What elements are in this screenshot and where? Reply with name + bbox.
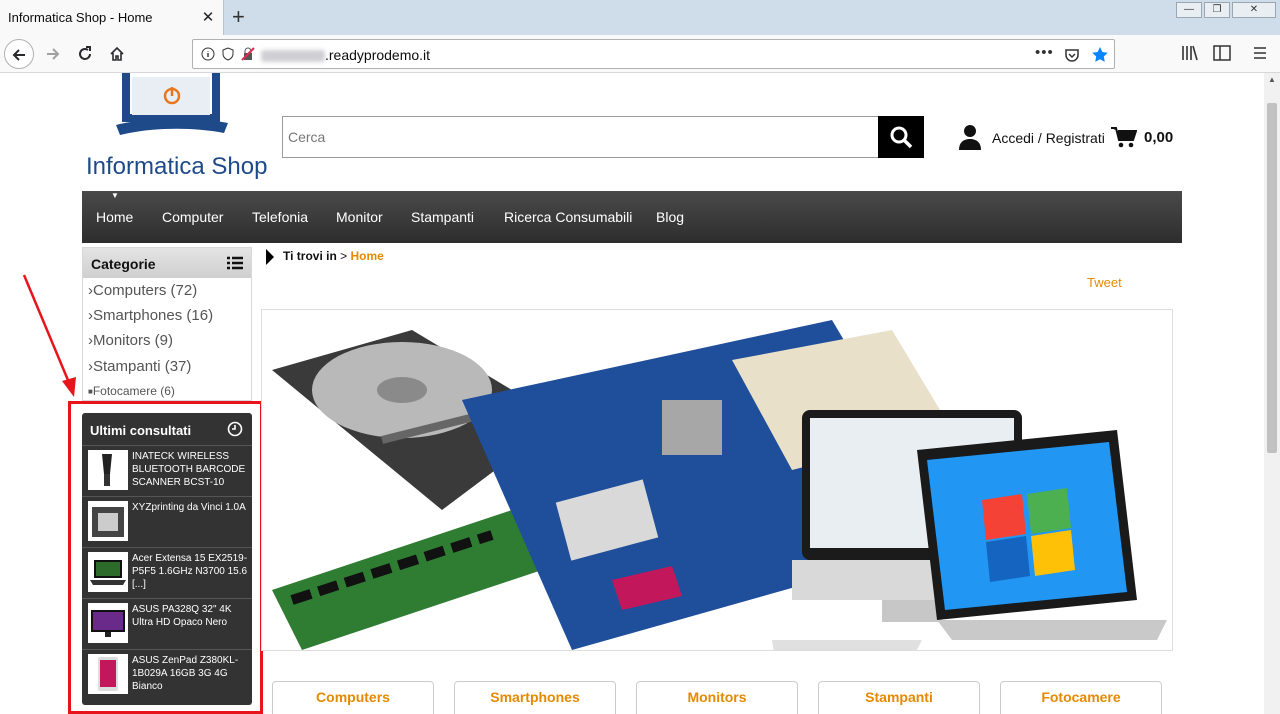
cart-icon[interactable]: [1111, 126, 1137, 148]
info-icon[interactable]: [201, 47, 215, 61]
category-button-label: Monitors: [687, 689, 747, 705]
list-icon[interactable]: [227, 256, 243, 270]
page-actions-icon[interactable]: •••: [1035, 44, 1054, 61]
url-bar[interactable]: .readyprodemo.it •••: [192, 39, 1115, 69]
url-text: .readyprodemo.it: [325, 47, 431, 63]
tab-bar: Informatica Shop - Home ✕ + — ❐ ✕: [0, 0, 1280, 35]
menu-item-ricerca-consumabili[interactable]: Ricerca Consumabili: [504, 209, 632, 225]
category-label: Computers (72): [93, 282, 198, 299]
back-arrow-icon: [12, 49, 25, 61]
menu-item-stampanti[interactable]: Stampanti: [411, 209, 474, 225]
scroll-thumb[interactable]: [1267, 103, 1277, 453]
category-computers[interactable]: ›Computers (72): [88, 282, 197, 299]
navigation-bar: .readyprodemo.it •••: [0, 35, 1280, 73]
search-icon: [890, 126, 913, 149]
search-placeholder: Cerca: [288, 129, 326, 145]
forward-arrow-icon: [47, 48, 60, 60]
red-arrow-annotation: [22, 274, 76, 397]
insecure-lock-icon[interactable]: [241, 47, 255, 61]
sidebar-icon[interactable]: [1213, 45, 1231, 61]
url-text-wrap: .readyprodemo.it: [261, 47, 531, 64]
category-fotocamere[interactable]: ■Fotocamere (6): [88, 384, 175, 398]
category-button-computers[interactable]: Computers: [272, 681, 434, 714]
logo-text: Informatica Shop: [86, 153, 268, 180]
category-button-label: Computers: [316, 689, 390, 705]
breadcrumb-arrow-icon: [266, 249, 274, 265]
menu-item-home[interactable]: Home: [96, 209, 133, 225]
cart-total[interactable]: 0,00: [1144, 129, 1173, 146]
forward-button[interactable]: [38, 39, 68, 69]
categories-box: Categorie ›Computers (72) ›Smartphones (…: [82, 247, 252, 401]
category-button-monitors[interactable]: Monitors: [636, 681, 798, 714]
breadcrumb-prefix: Ti trovi in: [283, 249, 337, 263]
menu-item-blog[interactable]: Blog: [656, 209, 684, 225]
minimize-button[interactable]: —: [1176, 2, 1202, 18]
new-tab-button[interactable]: +: [232, 4, 245, 30]
tab-close-icon[interactable]: ✕: [200, 8, 216, 26]
url-redacted: [261, 50, 325, 62]
login-register-link[interactable]: Accedi / Registrati: [992, 130, 1105, 146]
site-logo[interactable]: Informatica Shop: [86, 73, 271, 183]
search-input[interactable]: Cerca: [282, 116, 879, 158]
category-label: Fotocamere (6): [92, 384, 175, 398]
menu-item-telefonia[interactable]: Telefonia: [252, 209, 308, 225]
home-button[interactable]: [102, 39, 132, 69]
category-button-smartphones[interactable]: Smartphones: [454, 681, 616, 714]
category-smartphones[interactable]: ›Smartphones (16): [88, 307, 213, 324]
hero-banner[interactable]: [261, 309, 1173, 651]
active-indicator-icon: ▼: [111, 191, 119, 200]
logo-laptop-icon: [116, 73, 228, 135]
close-window-button[interactable]: ✕: [1232, 2, 1276, 18]
categories-header: Categorie: [83, 248, 251, 278]
category-button-fotocamere[interactable]: Fotocamere: [1000, 681, 1162, 714]
page-scrollbar[interactable]: ▲: [1264, 73, 1280, 714]
highlight-box: [68, 401, 263, 714]
web-page: Informatica Shop Cerca Accedi / Registra…: [0, 73, 1264, 714]
menu-item-computer[interactable]: Computer: [162, 209, 223, 225]
tab-title: Informatica Shop - Home: [8, 10, 153, 25]
restore-button[interactable]: ❐: [1204, 2, 1230, 18]
category-label: Smartphones (16): [93, 307, 214, 324]
breadcrumb-separator: >: [340, 249, 348, 263]
menu-item-monitor[interactable]: Monitor: [336, 209, 383, 225]
hardware-banner-image: [272, 320, 1167, 650]
search-button[interactable]: [878, 116, 924, 158]
category-button-stampanti[interactable]: Stampanti: [818, 681, 980, 714]
category-stampanti[interactable]: ›Stampanti (37): [88, 358, 191, 375]
bookmark-star-icon[interactable]: [1091, 46, 1109, 64]
tweet-link[interactable]: Tweet: [1087, 275, 1122, 290]
category-button-label: Fotocamere: [1041, 689, 1121, 705]
categories-title: Categorie: [91, 256, 156, 272]
reload-icon: [79, 46, 91, 60]
category-label: Stampanti (37): [93, 358, 192, 375]
library-icon[interactable]: [1181, 45, 1199, 61]
breadcrumb-home-link[interactable]: Home: [351, 249, 384, 263]
category-button-label: Stampanti: [865, 689, 933, 705]
breadcrumb: Ti trovi in > Home: [283, 249, 384, 263]
category-label: Monitors (9): [93, 332, 174, 349]
pocket-icon[interactable]: [1064, 47, 1080, 63]
hamburger-menu-icon[interactable]: [1252, 45, 1268, 61]
user-icon[interactable]: [958, 124, 982, 150]
back-button[interactable]: [4, 39, 34, 69]
home-icon: [110, 46, 124, 61]
browser-tab[interactable]: Informatica Shop - Home ✕: [0, 0, 224, 35]
tracking-shield-icon[interactable]: [221, 47, 235, 61]
main-menu: ▼ Home Computer Telefonia Monitor Stampa…: [82, 191, 1182, 243]
category-monitors[interactable]: ›Monitors (9): [88, 332, 173, 349]
category-button-label: Smartphones: [490, 689, 580, 705]
reload-button[interactable]: [70, 39, 100, 69]
scroll-up-icon[interactable]: ▲: [1268, 75, 1276, 84]
